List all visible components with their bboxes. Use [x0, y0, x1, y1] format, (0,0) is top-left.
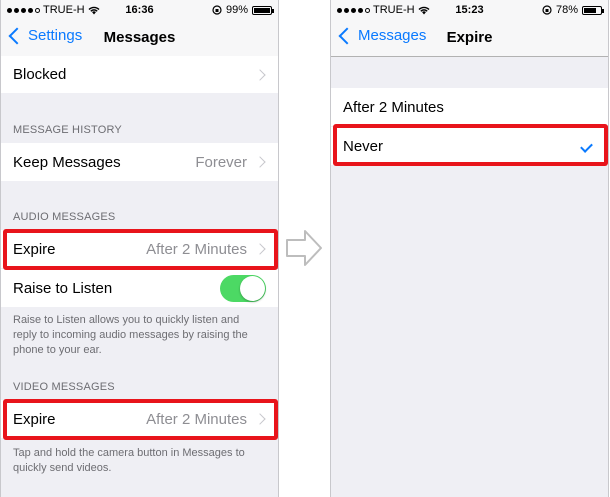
- keep-messages-value: Forever: [195, 153, 247, 171]
- option-after-2-minutes[interactable]: After 2 Minutes: [331, 88, 608, 126]
- nav-bar: Messages Expire: [331, 20, 608, 57]
- status-bar: TRUE-H 15:23 78%: [331, 0, 608, 20]
- chevron-right-icon: [254, 156, 266, 168]
- video-messages-footer: Tap and hold the camera button in Messag…: [13, 447, 245, 474]
- rotation-lock-icon: [542, 5, 552, 15]
- battery-icon: [582, 5, 604, 15]
- nav-bar: Settings Messages: [1, 20, 278, 57]
- expire-options-screen: TRUE-H 15:23 78% Messages Expire After 2…: [330, 0, 609, 497]
- battery-icon: [252, 5, 274, 15]
- audio-expire-highlight: [3, 229, 278, 270]
- blocked-row[interactable]: Blocked: [1, 56, 278, 93]
- keep-messages-row[interactable]: Keep Messages Forever: [1, 143, 278, 181]
- page-title: Messages: [103, 29, 176, 46]
- section-header-audio-messages: AUDIO MESSAGES: [13, 211, 116, 223]
- rotation-lock-icon: [212, 5, 222, 15]
- chevron-right-icon: [254, 68, 266, 81]
- battery-percent: 99%: [225, 4, 248, 16]
- never-highlight: [333, 124, 608, 166]
- raise-to-listen-label: Raise to Listen: [13, 279, 113, 297]
- toggle-knob: [240, 275, 265, 301]
- keep-messages-label: Keep Messages: [13, 153, 121, 171]
- raise-to-listen-row: Raise to Listen: [1, 269, 278, 307]
- page-title: Expire: [446, 29, 493, 46]
- video-expire-highlight: [3, 399, 278, 440]
- status-bar: TRUE-H 16:36 99%: [1, 0, 278, 20]
- messages-settings-screen: TRUE-H 16:36 99% Settings Messages Block…: [0, 0, 279, 497]
- blocked-label: Blocked: [13, 66, 67, 83]
- section-header-message-history: MESSAGE HISTORY: [13, 124, 122, 136]
- battery-percent: 78%: [555, 4, 578, 16]
- raise-to-listen-footer: Raise to Listen allows you to quickly li…: [13, 314, 248, 356]
- section-header-video-messages: VIDEO MESSAGES: [13, 381, 115, 393]
- raise-to-listen-toggle[interactable]: [220, 274, 266, 302]
- arrow-right-icon: [286, 230, 322, 266]
- option-label: After 2 Minutes: [343, 98, 444, 116]
